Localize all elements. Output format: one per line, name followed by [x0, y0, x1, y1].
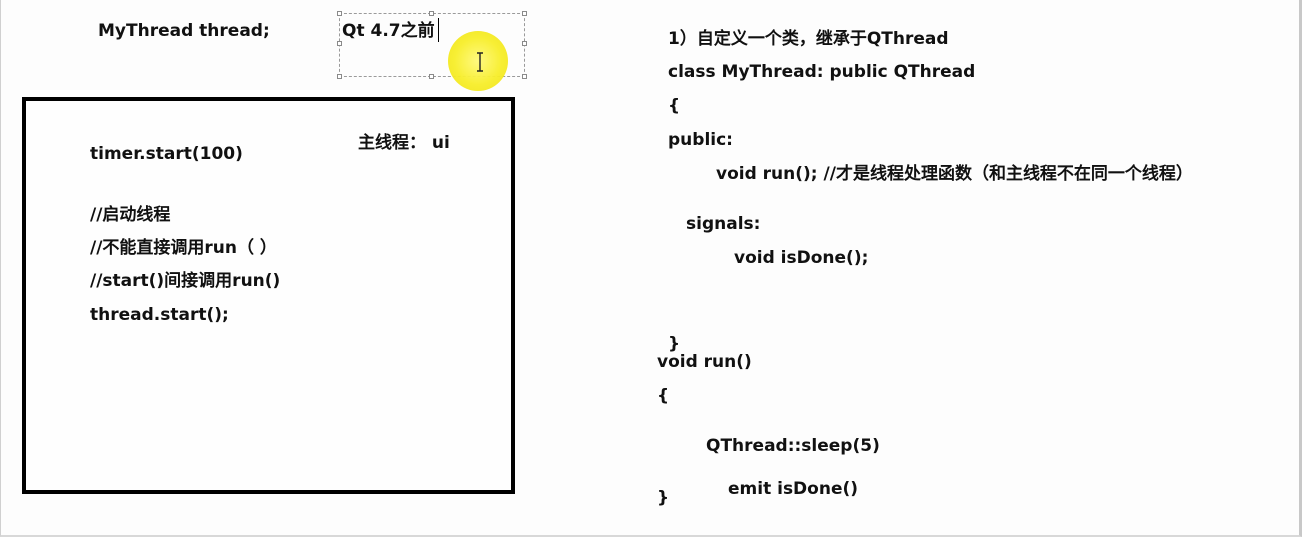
- resize-handle-top-left[interactable]: [337, 11, 342, 16]
- public-label: public:: [668, 130, 733, 150]
- resize-handle-top[interactable]: [429, 11, 434, 16]
- isdone-declaration: void isDone();: [734, 248, 869, 268]
- run-declaration: void run(); //才是线程处理函数（和主线程不在同一个线程）: [716, 164, 1193, 184]
- timer-start-line: timer.start(100): [90, 144, 243, 164]
- run-close-brace: }: [657, 488, 670, 508]
- step-title: 1）自定义一个类，继承于QThread: [668, 29, 949, 49]
- text-caret: [438, 18, 439, 42]
- class-open-brace: {: [668, 96, 681, 116]
- thread-start-call: thread.start();: [90, 305, 229, 325]
- edit-box-text[interactable]: Qt 4.7之前: [342, 21, 435, 41]
- comment-no-direct-run: //不能直接调用run（ ）: [90, 238, 277, 258]
- comment-indirect-run: //start()间接调用run(): [90, 271, 281, 291]
- resize-handle-left[interactable]: [337, 41, 342, 46]
- thread-declaration: MyThread thread;: [98, 21, 270, 41]
- run-open-brace: {: [657, 386, 670, 406]
- resize-handle-bottom-left[interactable]: [337, 74, 342, 79]
- emit-call: emit isDone(): [728, 479, 859, 499]
- main-thread-label: 主线程： ui: [358, 133, 450, 153]
- sleep-call: QThread::sleep(5): [706, 436, 880, 456]
- text-ibeam-cursor-icon: [477, 52, 483, 72]
- class-declaration: class MyThread: public QThread: [668, 62, 976, 82]
- resize-handle-top-right[interactable]: [522, 11, 527, 16]
- run-definition: void run(): [657, 352, 752, 372]
- signals-label: signals:: [686, 214, 761, 234]
- comment-start-thread: //启动线程: [90, 205, 171, 225]
- class-close-brace: }: [668, 334, 681, 354]
- resize-handle-bottom[interactable]: [429, 74, 434, 79]
- resize-handle-bottom-right[interactable]: [522, 74, 527, 79]
- resize-handle-right[interactable]: [522, 41, 527, 46]
